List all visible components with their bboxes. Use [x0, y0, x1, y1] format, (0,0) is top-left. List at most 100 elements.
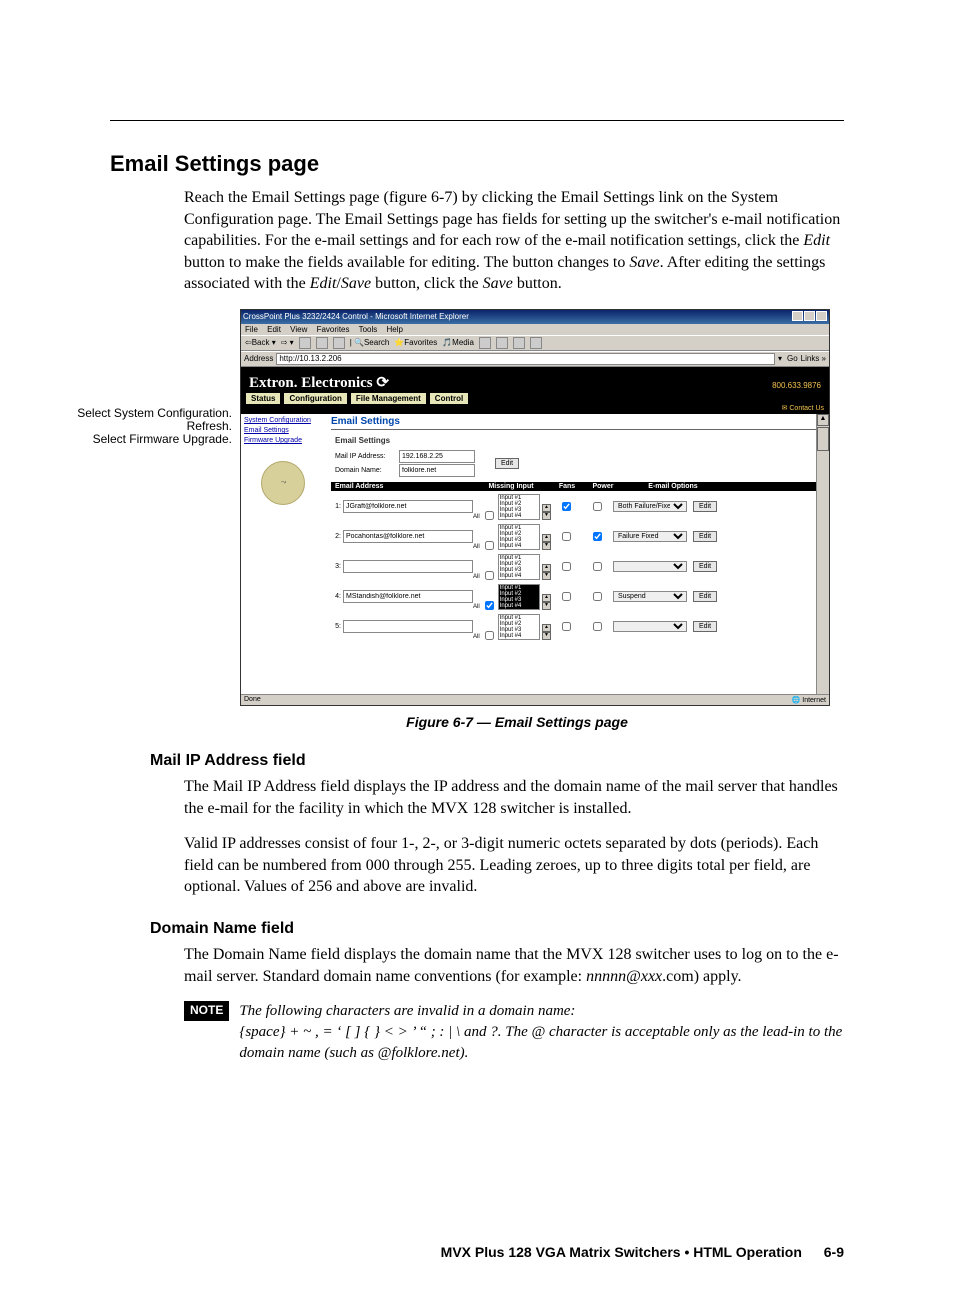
print-icon[interactable] — [513, 337, 525, 349]
fan-check[interactable] — [562, 622, 571, 631]
menu-view[interactable]: View — [290, 325, 307, 334]
power-check[interactable] — [593, 502, 602, 511]
menu-edit[interactable]: Edit — [267, 325, 281, 334]
menu-help[interactable]: Help — [387, 325, 403, 334]
tab-control[interactable]: Control — [429, 392, 469, 404]
browser-menubar[interactable]: File Edit View Favorites Tools Help — [241, 324, 829, 335]
power-check[interactable] — [593, 622, 602, 631]
all-check[interactable] — [485, 571, 494, 580]
sidebar-sys-config[interactable]: System Configuration — [244, 416, 322, 426]
row-edit-button[interactable]: Edit — [693, 531, 717, 542]
brand-logo: Extron. Electronics ⟳ — [249, 373, 389, 392]
all-check[interactable] — [485, 601, 494, 610]
all-label: All — [473, 604, 480, 610]
links-label[interactable]: Links » — [801, 354, 826, 363]
power-check[interactable] — [593, 592, 602, 601]
browser-statusbar: Done 🌐 Internet — [241, 694, 829, 705]
tab-status[interactable]: Status — [245, 392, 281, 404]
email-option-select[interactable]: Failure Fixed — [613, 531, 687, 542]
all-check[interactable] — [485, 511, 494, 520]
tab-file-management[interactable]: File Management — [350, 392, 427, 404]
email-option-select[interactable]: Suspend — [613, 591, 687, 602]
email-row: 1:AllInput #1Input #2Input #3Input #4Inp… — [331, 491, 823, 521]
col-power: Power — [583, 482, 623, 491]
power-check[interactable] — [593, 562, 602, 571]
mail-ip-input[interactable] — [399, 450, 475, 463]
spin-up-icon[interactable]: ▲ — [542, 564, 551, 572]
mail-icon[interactable] — [496, 337, 508, 349]
stop-icon[interactable] — [299, 337, 311, 349]
email-input[interactable] — [343, 590, 473, 603]
input-listbox[interactable]: Input #1Input #2Input #3Input #4Input #5 — [498, 554, 540, 580]
row-edit-button[interactable]: Edit — [693, 561, 717, 572]
tab-configuration[interactable]: Configuration — [283, 392, 347, 404]
address-bar: Address ▾ Go Links » — [241, 351, 829, 367]
back-button[interactable]: Back — [252, 338, 270, 347]
contact-us[interactable]: ✉ Contact Us — [241, 404, 829, 414]
spin-up-icon[interactable]: ▲ — [542, 594, 551, 602]
go-button[interactable]: Go — [787, 354, 798, 363]
window-controls[interactable] — [791, 311, 827, 323]
note-badge: NOTE — [184, 1001, 229, 1021]
spin-down-icon[interactable]: ▼ — [542, 632, 551, 640]
favorites-button[interactable]: Favorites — [404, 338, 437, 347]
search-button[interactable]: Search — [364, 338, 389, 347]
row-edit-button[interactable]: Edit — [693, 501, 717, 512]
email-input[interactable] — [343, 620, 473, 633]
note-text: The following characters are invalid in … — [239, 1001, 844, 1064]
home-icon[interactable] — [333, 337, 345, 349]
email-input[interactable] — [343, 560, 473, 573]
input-listbox[interactable]: Input #1Input #2Input #3Input #4Input #5 — [498, 494, 540, 520]
fan-check[interactable] — [562, 562, 571, 571]
spin-down-icon[interactable]: ▼ — [542, 602, 551, 610]
spin-down-icon[interactable]: ▼ — [542, 512, 551, 520]
email-row: 3:AllInput #1Input #2Input #3Input #4Inp… — [331, 551, 823, 581]
menu-file[interactable]: File — [245, 325, 258, 334]
input-listbox[interactable]: Input #1Input #2Input #3Input #4Input #5 — [498, 524, 540, 550]
browser-title: CrossPoint Plus 3232/2424 Control - Micr… — [243, 312, 469, 321]
col-options: E-mail Options — [623, 482, 723, 491]
figure-callouts: Select System Configuration. Refresh. Se… — [50, 407, 232, 446]
input-listbox[interactable]: Input #1Input #2Input #3Input #4Input #5 — [498, 584, 540, 610]
all-check[interactable] — [485, 631, 494, 640]
row-number: 2: — [331, 533, 343, 540]
address-input[interactable] — [276, 353, 775, 365]
sub2-p1: The Domain Name field displays the domai… — [110, 944, 844, 987]
input-listbox[interactable]: Input #1Input #2Input #3Input #4Input #5 — [498, 614, 540, 640]
menu-tools[interactable]: Tools — [359, 325, 378, 334]
sidebar-email-settings[interactable]: Email Settings — [244, 426, 322, 436]
email-input[interactable] — [343, 530, 473, 543]
browser-toolbar[interactable]: ⇦Back ▾ ⇨ ▾ | 🔍Search ⭐Favorites 🎵Media — [241, 335, 829, 351]
spin-up-icon[interactable]: ▲ — [542, 504, 551, 512]
power-check[interactable] — [593, 532, 602, 541]
spin-down-icon[interactable]: ▼ — [542, 542, 551, 550]
email-option-select[interactable]: Both Failure/Fixed — [613, 501, 687, 512]
email-input[interactable] — [343, 500, 473, 513]
all-check[interactable] — [485, 541, 494, 550]
note-block: NOTE The following characters are invali… — [184, 1001, 844, 1064]
edit-icon[interactable] — [530, 337, 542, 349]
email-option-select[interactable] — [613, 561, 687, 572]
refresh-icon[interactable] — [316, 337, 328, 349]
spin-up-icon[interactable]: ▲ — [542, 624, 551, 632]
missing-input-cell: AllInput #1Input #2Input #3Input #4Input… — [473, 554, 551, 580]
domain-input[interactable] — [399, 464, 475, 477]
spin-down-icon[interactable]: ▼ — [542, 572, 551, 580]
spin-up-icon[interactable]: ▲ — [542, 534, 551, 542]
menu-favorites[interactable]: Favorites — [317, 325, 350, 334]
history-icon[interactable] — [479, 337, 491, 349]
edit-mail-button[interactable]: Edit — [495, 458, 519, 469]
sidebar-firmware-upgrade[interactable]: Firmware Upgrade — [244, 436, 322, 446]
phone-number: 800.633.9876 — [772, 381, 821, 392]
fan-check[interactable] — [562, 592, 571, 601]
row-edit-button[interactable]: Edit — [693, 591, 717, 602]
fan-check[interactable] — [562, 532, 571, 541]
media-button[interactable]: Media — [452, 338, 474, 347]
fan-check[interactable] — [562, 502, 571, 511]
footer-page: 6-9 — [824, 1244, 844, 1260]
email-option-select[interactable] — [613, 621, 687, 632]
nav-tabs: Status Configuration File Management Con… — [241, 392, 829, 404]
col-fans: Fans — [551, 482, 583, 491]
row-edit-button[interactable]: Edit — [693, 621, 717, 632]
vertical-scrollbar[interactable]: ▲ — [816, 414, 829, 694]
